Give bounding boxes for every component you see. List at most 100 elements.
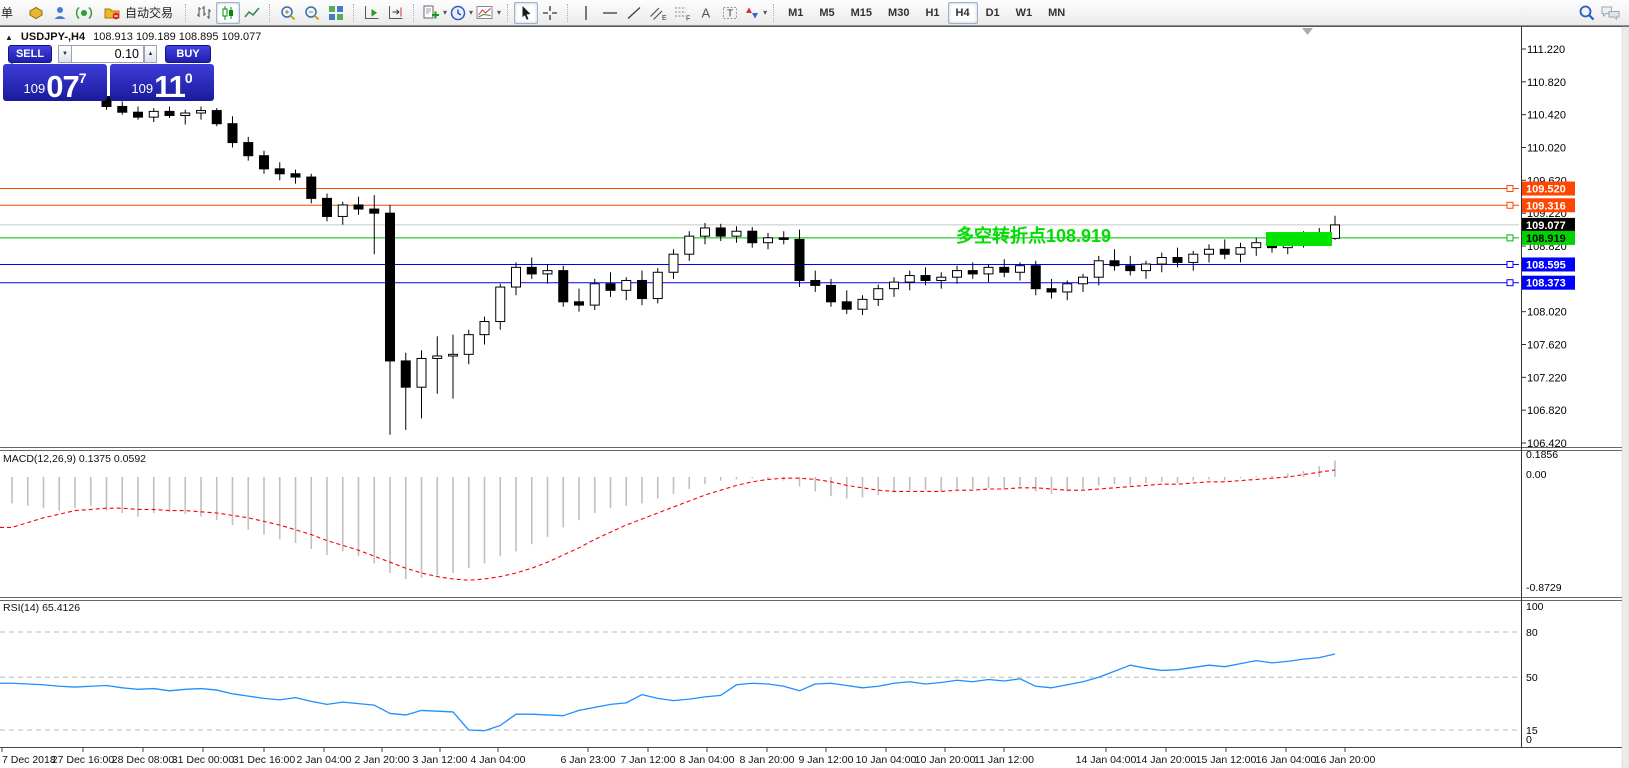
candlestick-chart-button[interactable] [216, 2, 240, 24]
dropdown-caret-icon: ▾ [443, 8, 447, 17]
time-axis-label: 6 Jan 23:00 [561, 754, 616, 766]
sell-price-sup: 7 [79, 70, 87, 86]
timeframe-button-h1[interactable]: H1 [917, 2, 947, 24]
time-axis-label: 27 Dec 16:00 [52, 754, 115, 766]
trendline-button[interactable] [622, 2, 646, 24]
toolbar-separator [353, 4, 355, 22]
horizontal-line-button[interactable] [598, 2, 622, 24]
sell-price-big: 07 [46, 73, 78, 100]
buy-button[interactable]: BUY [165, 45, 211, 63]
bull-candle [480, 322, 489, 335]
toolbar-separator [773, 4, 775, 22]
timeframe-button-mn[interactable]: MN [1040, 2, 1073, 24]
dropdown-caret-icon: ▾ [469, 8, 473, 17]
chart-shift-button[interactable] [384, 2, 408, 24]
bull-candle [669, 254, 678, 272]
highlight-box[interactable] [1266, 232, 1332, 246]
channel-icon: E [648, 4, 668, 22]
line-drag-marker[interactable] [1507, 280, 1513, 286]
bull-candle [1094, 261, 1103, 277]
zoom-in-button[interactable] [276, 2, 300, 24]
text-button[interactable]: A [694, 2, 718, 24]
chart-shift-marker[interactable] [1302, 28, 1313, 35]
rsi-scale-label: 0 [1526, 734, 1532, 746]
bear-candle [968, 271, 977, 274]
bull-candle [149, 111, 158, 117]
line-drag-marker[interactable] [1507, 235, 1513, 241]
sell-button[interactable]: SELL [8, 45, 52, 63]
bull-candle [496, 287, 505, 321]
volume-up-button[interactable]: ▲ [144, 45, 157, 63]
bear-candle [716, 228, 725, 236]
timeframe-button-m15[interactable]: M15 [843, 2, 880, 24]
bear-candle [779, 238, 788, 240]
buy-price-display[interactable]: 109 11 0 [110, 64, 214, 101]
macd-scale-label: -0.8729 [1526, 582, 1562, 594]
bear-candle [1047, 289, 1056, 292]
text-label-button[interactable]: T [718, 2, 742, 24]
buy-price-prefix: 109 [131, 81, 153, 96]
autotrading-button[interactable]: 自动交易 [96, 2, 180, 24]
auto-scroll-button[interactable] [360, 2, 384, 24]
window-scrollbar[interactable] [1622, 27, 1629, 768]
line-chart-button[interactable] [240, 2, 264, 24]
price-line-label: 109.077 [1526, 220, 1566, 232]
volume-down-button[interactable]: ▼ [58, 45, 71, 63]
crosshair-button[interactable] [538, 2, 562, 24]
price-tick-label: 110.820 [1527, 77, 1566, 89]
bear-candle [748, 231, 757, 242]
timeframe-button-d1[interactable]: D1 [978, 2, 1008, 24]
timeframe-button-m30[interactable]: M30 [880, 2, 917, 24]
timeframe-button-m5[interactable]: M5 [811, 2, 842, 24]
bar-chart-button[interactable] [192, 2, 216, 24]
collapse-arrow-icon[interactable]: ▲ [5, 33, 13, 42]
bull-candle [685, 236, 694, 254]
bear-candle [291, 174, 300, 177]
svg-text:A: A [702, 5, 711, 20]
line-drag-marker[interactable] [1507, 261, 1513, 267]
gold-box-icon-button[interactable] [24, 2, 48, 24]
trend-annotation-text: 多空转折点108.919 [956, 225, 1111, 246]
bull-candle [905, 276, 914, 283]
chart-title-bar: ▲ USDJPY-,H4 108.913 109.189 108.895 109… [5, 31, 261, 43]
bear-candle [118, 106, 127, 112]
equidistant-channel-button[interactable]: E [646, 2, 670, 24]
new-chart-button[interactable]: ▾ [420, 2, 448, 24]
sell-price-display[interactable]: 109 07 7 [3, 64, 107, 101]
chart-canvas[interactable]: 111.220110.820110.420110.020109.620109.2… [0, 26, 1629, 768]
auto-scroll-icon [363, 4, 381, 22]
new-order-button[interactable]: 单 [0, 2, 24, 24]
indicators-button[interactable]: ▾ [474, 2, 502, 24]
time-axis-label: 15 Jan 12:00 [1196, 754, 1257, 766]
timeframe-button-w1[interactable]: W1 [1008, 2, 1041, 24]
toolbar-right-group [1575, 2, 1629, 24]
bear-candle [1110, 261, 1119, 266]
vertical-line-button[interactable] [574, 2, 598, 24]
navigator-button[interactable] [48, 2, 72, 24]
bull-candle [181, 113, 190, 115]
line-drag-marker[interactable] [1507, 202, 1513, 208]
bull-candle [1142, 264, 1151, 271]
search-button[interactable] [1575, 2, 1599, 24]
price-line-label: 108.919 [1526, 233, 1566, 245]
timeframe-button-h4[interactable]: H4 [948, 2, 978, 24]
timeframe-button-m1[interactable]: M1 [780, 2, 811, 24]
chat-button[interactable] [1599, 2, 1623, 24]
text-icon: A [697, 4, 715, 22]
tile-windows-button[interactable] [324, 2, 348, 24]
zoom-out-button[interactable] [300, 2, 324, 24]
time-axis-label: 10 Jan 04:00 [856, 754, 917, 766]
fibonacci-button[interactable]: F [670, 2, 694, 24]
time-axis-label: 16 Jan 04:00 [1256, 754, 1317, 766]
signals-button[interactable] [72, 2, 96, 24]
line-drag-marker[interactable] [1507, 186, 1513, 192]
bear-candle [842, 302, 851, 309]
macd-scale-label: 0.1856 [1526, 449, 1558, 461]
profiles-button[interactable]: ▾ [448, 2, 474, 24]
arrows-button[interactable]: ▾ [742, 2, 768, 24]
cursor-button[interactable] [514, 2, 538, 24]
volume-input[interactable] [71, 45, 144, 63]
time-axis-label: 10 Jan 20:00 [915, 754, 976, 766]
buy-price-sup: 0 [185, 70, 193, 86]
bull-candle [449, 354, 458, 356]
